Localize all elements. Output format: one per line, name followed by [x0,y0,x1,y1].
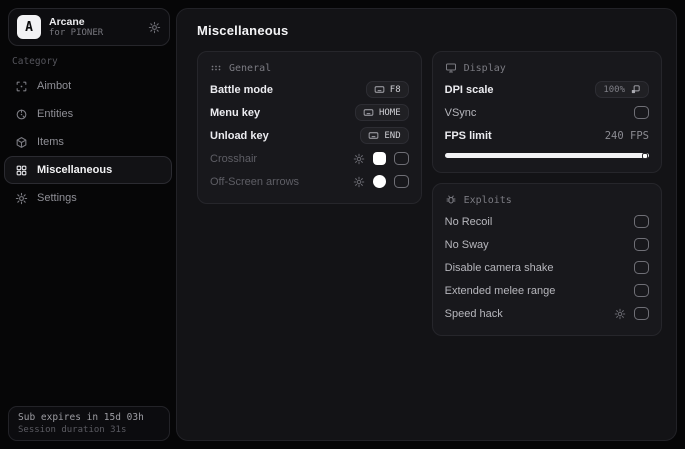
sidebar-nav: Aimbot Entities Items Miscellaneous Sett… [4,72,172,212]
subscription-footer: Sub expires in 15d 03h Session duration … [8,406,170,441]
unload-key-row: Unload key END [210,124,409,147]
sidebar-item-label: Aimbot [37,80,72,92]
menu-key-keybind[interactable]: HOME [354,104,409,121]
aimbot-scan-icon [15,80,28,93]
category-label: Category [12,56,58,67]
general-dots-icon [210,62,222,74]
battle-mode-row: Battle mode F8 [210,78,409,101]
monitor-icon [445,62,457,74]
keyboard-icon [368,130,379,141]
keyboard-icon [363,107,374,118]
app-header-card: A Arcane for PIONER [8,8,170,46]
extended-melee-range-row: Extended melee range [445,279,649,302]
battle-mode-keybind[interactable]: F8 [365,81,409,98]
fps-slider-knob[interactable] [642,152,648,159]
sub-expires-text: Sub expires in 15d 03h [18,412,144,423]
sidebar-item-entities[interactable]: Entities [4,100,172,128]
general-panel: General Battle mode F8 Menu key HOME Unl… [197,51,422,204]
sidebar-item-aimbot[interactable]: Aimbot [4,72,172,100]
crosshair-label: Crosshair [210,152,258,165]
speed-hack-label: Speed hack [444,307,503,320]
speed-hack-row: Speed hack [445,302,649,325]
dpi-scale-row: DPI scale 100% [445,78,649,101]
crosshair-checkbox[interactable] [393,152,409,165]
page-title: Miscellaneous [197,23,289,38]
vsync-label: VSync [444,106,477,119]
speed-hack-settings-gear-icon[interactable] [614,308,626,320]
exploits-panel-title: Exploits [463,194,512,206]
offscreen-arrows-checkbox[interactable] [393,175,409,188]
no-recoil-row: No Recoil [445,210,649,233]
app-settings-icon[interactable] [148,21,161,34]
items-box-icon [15,136,28,149]
main-content: Miscellaneous General Battle mode F8 Men… [176,8,677,441]
app-name: Arcane [49,15,85,28]
offscreen-arrows-row: Off-Screen arrows [210,170,409,193]
sidebar-item-label: Settings [37,192,77,204]
extended-melee-range-checkbox[interactable] [634,284,649,297]
unload-key-keybind[interactable]: END [360,127,409,144]
sidebar-item-items[interactable]: Items [4,128,172,156]
battle-mode-label: Battle mode [210,83,273,96]
app-logo: A [17,15,41,39]
fps-limit-label: FPS limit [444,129,492,142]
sidebar-item-label: Entities [37,108,74,120]
sidebar-item-label: Miscellaneous [37,164,113,176]
dpi-scale-select[interactable]: 100% [595,81,649,98]
app-window: A Arcane for PIONER Category Aimbot Enti… [0,0,685,449]
general-panel-title: General [229,62,272,74]
fps-limit-slider[interactable] [444,152,649,159]
offscreen-arrows-color-swatch[interactable] [372,175,386,188]
entities-radar-icon [15,108,28,121]
no-sway-checkbox[interactable] [634,238,649,251]
disable-camera-shake-checkbox[interactable] [634,261,649,274]
miscellaneous-grid-icon [15,164,28,177]
unload-key-label: Unload key [210,129,269,142]
bug-icon [445,194,457,206]
crosshair-settings-gear-icon[interactable] [353,153,365,165]
dpi-scale-label: DPI scale [444,83,494,96]
speed-hack-checkbox[interactable] [634,307,649,320]
scale-icon [630,84,641,95]
menu-key-label: Menu key [210,106,261,119]
exploits-panel: Exploits No Recoil No Sway Disable camer… [431,183,662,336]
vsync-checkbox[interactable] [634,106,649,119]
offscreen-arrows-settings-gear-icon[interactable] [353,176,365,188]
disable-camera-shake-label: Disable camera shake [444,261,554,274]
menu-key-row: Menu key HOME [210,101,409,124]
crosshair-row: Crosshair [210,147,409,170]
sidebar-item-settings[interactable]: Settings [4,184,172,212]
sidebar: A Arcane for PIONER Category Aimbot Enti… [0,0,176,449]
extended-melee-range-label: Extended melee range [444,284,556,297]
display-panel: Display DPI scale 100% VSync FPS limit 2… [431,51,662,173]
display-panel-title: Display [463,62,506,74]
no-sway-row: No Sway [445,233,649,256]
app-subtitle: for PIONER [49,27,104,38]
vsync-row: VSync [445,101,649,124]
app-meta: Arcane for PIONER [49,16,140,38]
disable-camera-shake-row: Disable camera shake [445,256,649,279]
fps-limit-value: 240 FPS [604,129,649,142]
keyboard-icon [374,84,385,95]
offscreen-arrows-label: Off-Screen arrows [210,175,300,188]
fps-limit-row: FPS limit 240 FPS [445,124,649,147]
settings-gear-icon [15,192,28,205]
no-sway-label: No Sway [444,238,489,251]
session-duration-text: Session duration 31s [18,425,127,435]
no-recoil-checkbox[interactable] [634,215,649,228]
crosshair-color-swatch[interactable] [372,152,386,165]
sidebar-item-label: Items [37,136,64,148]
no-recoil-label: No Recoil [444,215,493,228]
sidebar-item-miscellaneous[interactable]: Miscellaneous [4,156,172,184]
